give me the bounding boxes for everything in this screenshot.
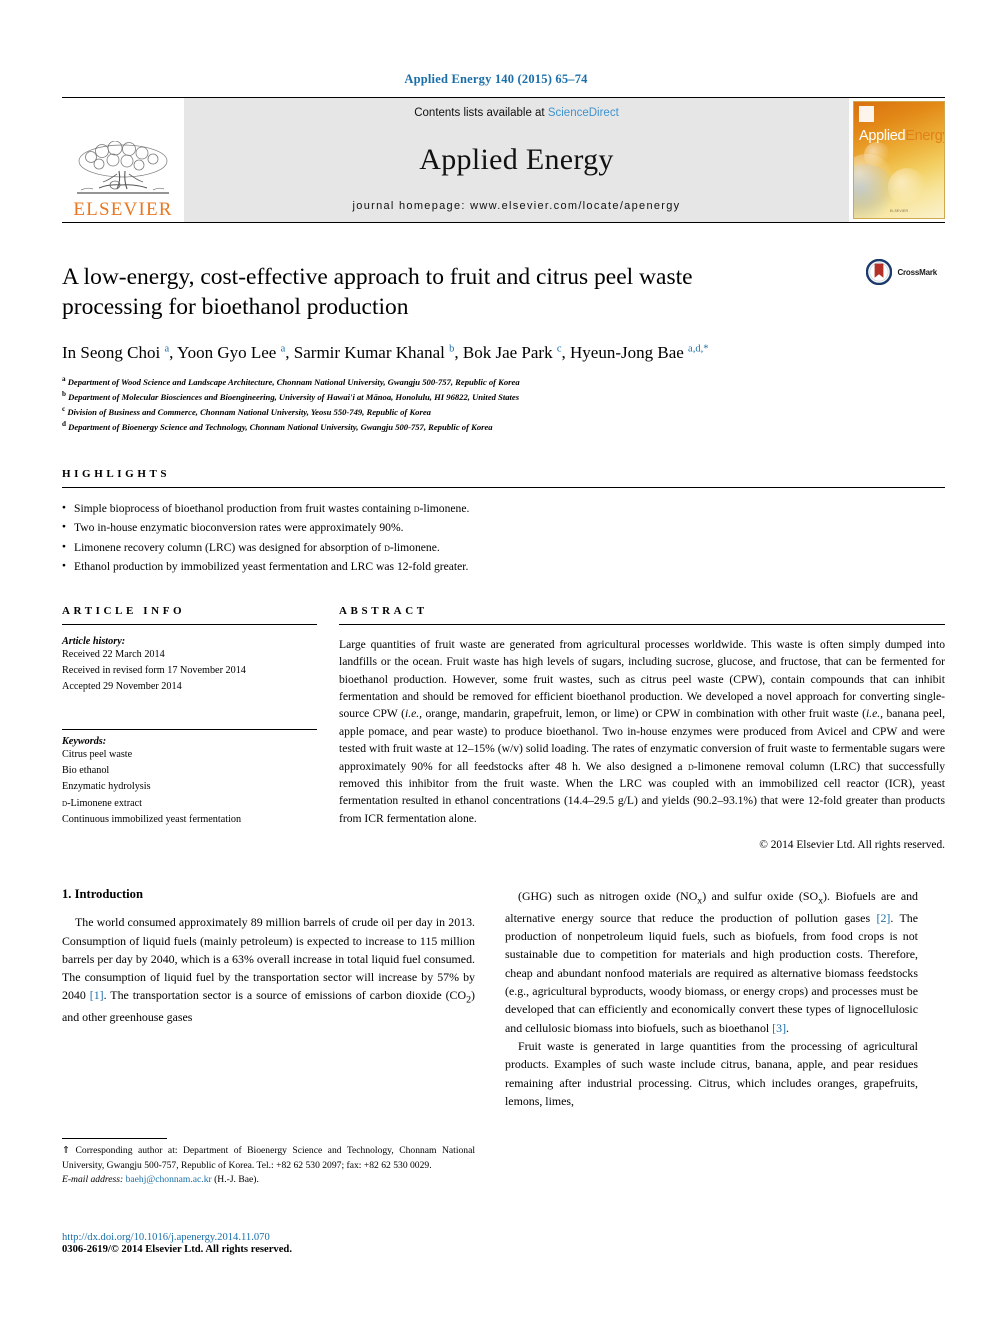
keywords-lines: Citrus peel waste Bio ethanol Enzymatic hy… [62,747,317,828]
cover-title-applied: Applied [859,128,906,144]
keyword-item: Citrus peel waste [62,749,133,761]
article-info-rule [62,623,317,625]
journal-cover-thumbnail: AppliedEnergy ELSEVIER [853,101,945,219]
article-history-item: Received in revised form 17 November 201… [62,664,246,676]
email-label: E-mail address: [62,1174,124,1186]
contents-list-line: Contents lists available at ScienceDirec… [414,107,619,119]
crossmark-badge[interactable]: CrossMark [866,259,937,285]
abstract-text: Large quantities of fruit waste are gene… [339,637,946,825]
intro-paragraph-left: The world consumed approximately 89 mill… [62,915,475,1025]
affiliation: d Department of Bioenergy Science and Te… [62,420,493,432]
article-info-heading: ARTICLE INFO [62,604,186,617]
doi-link[interactable]: http://dx.doi.org/10.1016/j.apenergy.201… [62,1232,475,1243]
abstract-rule [339,623,945,625]
article-history-block: Article history: Received 22 March 2014 R… [62,636,317,695]
keywords-label: Keywords: [62,736,107,748]
article-history-label: Article history: [62,635,126,647]
keywords-block: Keywords: Citrus peel waste Bio ethanol En… [62,736,317,828]
article-history-item: Received 22 March 2014 [62,648,165,660]
footer-doi-block: http://dx.doi.org/10.1016/j.apenergy.201… [62,1232,475,1255]
highlights-list: Simple bioprocess of bioethanol producti… [62,499,945,577]
highlight-item: Ethanol production by immobilized yeast … [62,557,945,576]
footnote-rule [62,1138,167,1139]
keywords-rule [62,729,317,731]
cover-title: AppliedEnergy [859,128,944,144]
article-info-column: ARTICLE INFO Article history: Received 2… [62,605,317,851]
highlight-item: Simple bioprocess of bioethanol producti… [62,499,945,518]
body-column-left: 1. Introduction The world consumed appro… [62,887,475,1110]
journal-reference: Applied Energy 140 (2015) 65–74 [404,72,588,86]
affiliation: b Department of Molecular Biosciences an… [62,390,520,403]
highlight-item: Two in-house enzymatic bioconversion rat… [62,518,945,537]
sciencedirect-link[interactable]: ScienceDirect [548,107,619,119]
keyword-item: d-Limonene extract [62,797,143,809]
cover-blob-2 [888,168,926,206]
abstract-column: ABSTRACT Large quantities of fruit waste… [339,605,945,851]
abstract-heading: ABSTRACT [339,604,428,617]
elsevier-logo: ELSEVIER [62,98,184,222]
affiliation-list: a Department of Wood Science and Landsca… [62,374,945,434]
article-first-page: Applied Energy 140 (2015) 65–74 ELSEVIER… [0,0,992,1323]
affiliation: c Division of Business and Commerce, Cho… [62,405,431,418]
info-abstract-row: ARTICLE INFO Article history: Received 2… [62,605,945,851]
footnote-email-line: E-mail address: baehj@chonnam.ac.kr (H.-… [62,1174,475,1185]
contents-prefix: Contents lists available at [414,107,545,119]
journal-banner: Contents lists available at ScienceDirec… [184,98,849,222]
highlights-rule [62,487,945,488]
affiliation: a Department of Wood Science and Landsca… [62,375,520,388]
highlight-item: Limonene recovery column (LRC) was desig… [62,538,945,557]
keyword-item: Enzymatic hydrolysis [62,781,151,793]
cover-title-energy: Energy [905,128,944,144]
introduction-heading: 1. Introduction [62,887,143,902]
body-column-right: (GHG) such as nitrogen oxide (NOx) and s… [505,887,918,1110]
crossmark-label: CrossMark [897,267,937,277]
footnote-text: ⇑ Corresponding author at: Department of… [62,1145,475,1171]
cover-footer-text: ELSEVIER [889,209,909,213]
copyright-line: © 2014 Elsevier Ltd. All rights reserved… [759,839,945,852]
title-block: CrossMark A low-energy, cost-effective a… [62,259,945,434]
cover-blob-3 [864,142,890,168]
email-link[interactable]: baehj@chonnam.ac.kr [126,1174,212,1185]
article-history-item: Accepted 29 November 2014 [62,681,182,693]
corresponding-author-footnote: ⇑ Corresponding author at: Department of… [62,1138,475,1185]
highlights-heading: HIGHLIGHTS [62,468,171,480]
journal-homepage-link[interactable]: journal homepage: www.elsevier.com/locat… [353,200,681,212]
issn-copyright-line: 0306-2619/© 2014 Elsevier Ltd. All right… [62,1244,292,1255]
body-columns: 1. Introduction The world consumed appro… [62,887,945,1110]
crossmark-icon [866,259,893,285]
keyword-item: Continuous immobilized yeast fermentatio… [62,813,242,825]
cover-elsevier-mark [859,106,874,122]
highlights-section: HIGHLIGHTS Simple bioprocess of bioethan… [62,468,945,577]
author-list: In Seong Choi a, Yoon Gyo Lee a, Sarmir … [62,343,709,363]
elsevier-tree-icon [77,141,169,194]
intro-paragraph-right-1: (GHG) such as nitrogen oxide (NOx) and s… [505,889,919,1035]
keyword-item: Bio ethanol [62,765,110,777]
page-title: A low-energy, cost-effective approach to… [62,264,693,320]
elsevier-wordmark: ELSEVIER [73,199,173,220]
email-suffix: (H.-J. Bae). [214,1174,259,1186]
intro-paragraph-right-2: Fruit waste is generated in large quanti… [505,1039,918,1109]
article-history-lines: Received 22 March 2014 Received in revise… [62,647,317,695]
journal-title: Applied Energy [419,142,614,176]
journal-masthead: ELSEVIER Contents lists available at Sci… [62,97,945,223]
